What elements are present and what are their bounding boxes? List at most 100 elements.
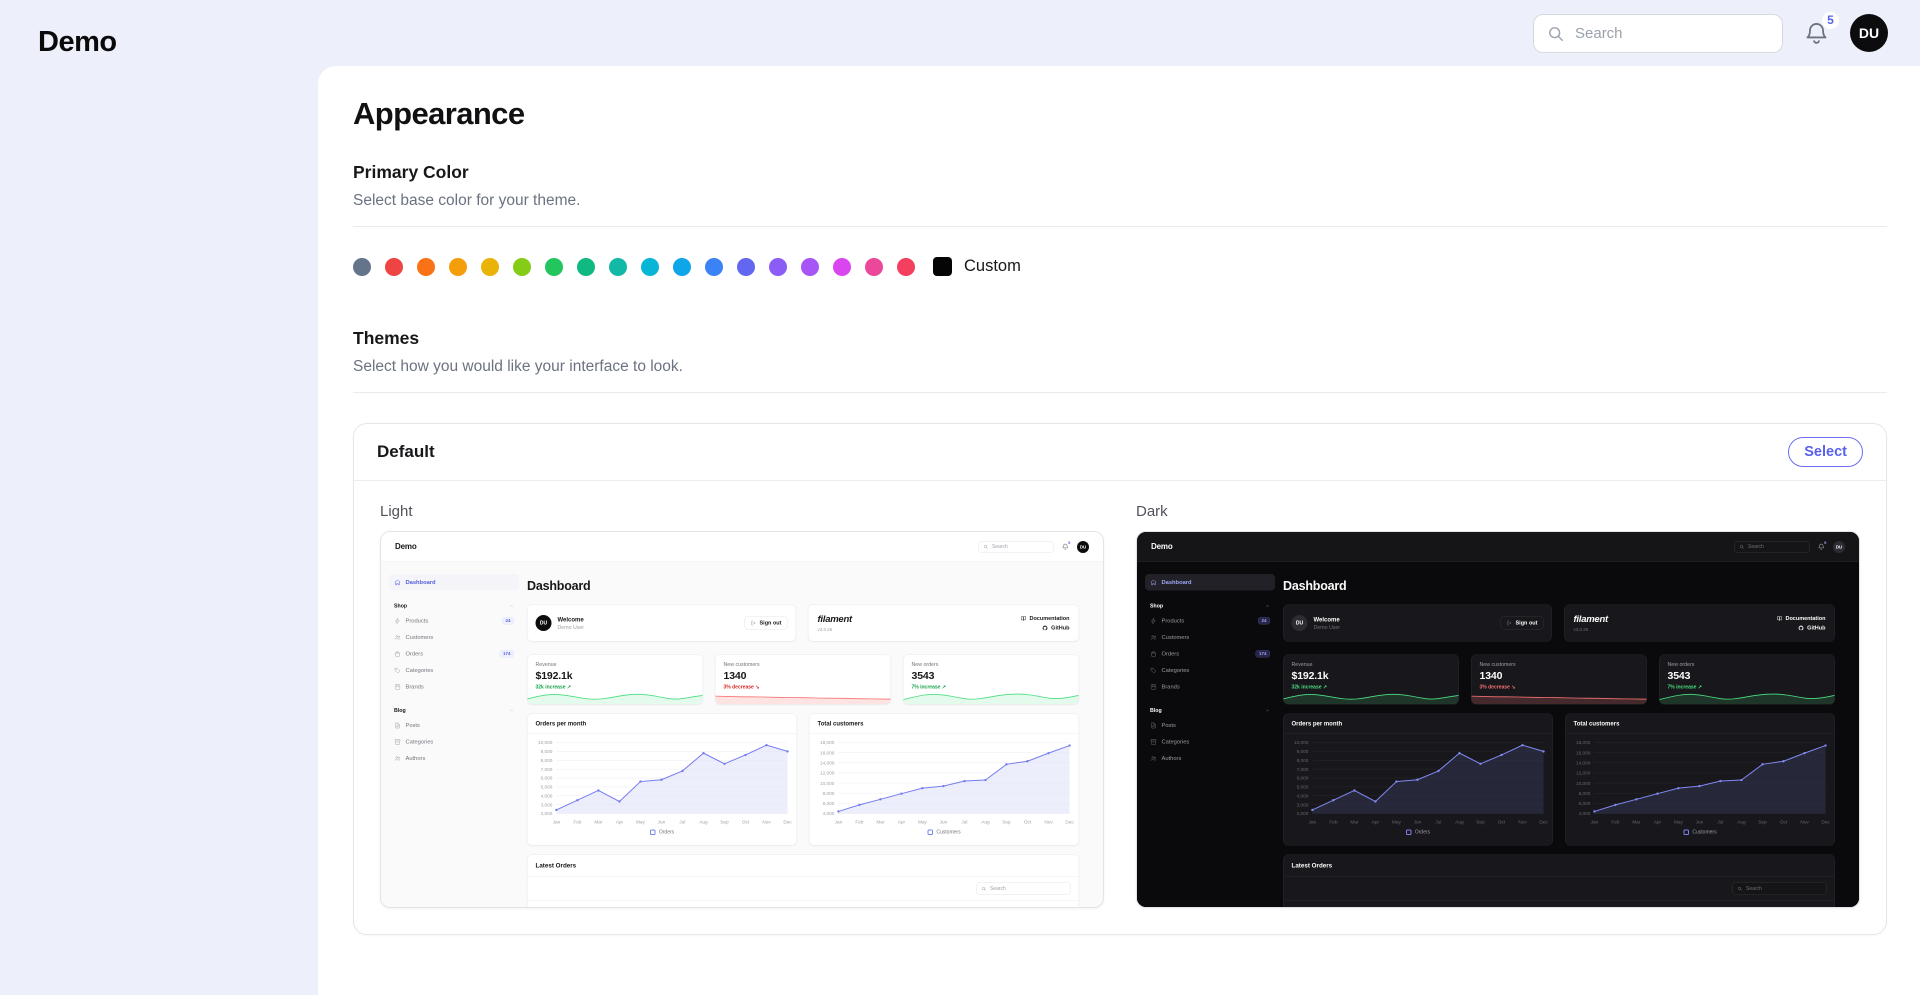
sidebar-item-posts[interactable]: Posts: [389, 717, 519, 734]
color-swatch-pink[interactable]: [865, 258, 883, 276]
mini-welcome-subtitle: Demo User: [1314, 624, 1341, 630]
global-search[interactable]: [1533, 14, 1783, 53]
sidebar-item-dashboard[interactable]: Dashboard: [1145, 574, 1275, 591]
sidebar-item-products[interactable]: Products24: [389, 613, 519, 630]
color-swatch-blue[interactable]: [705, 258, 723, 276]
color-swatch-red[interactable]: [385, 258, 403, 276]
color-swatch-green[interactable]: [545, 258, 563, 276]
sidebar-item-products[interactable]: Products24: [1145, 613, 1275, 630]
sidebar-item-orders[interactable]: Orders174: [1145, 646, 1275, 663]
svg-text:8,000: 8,000: [541, 758, 553, 764]
sidebar-item-orders[interactable]: Orders174: [389, 646, 519, 663]
sidebar-item-categories[interactable]: Categories: [389, 662, 519, 679]
group-label: Blog: [1150, 708, 1162, 714]
light-theme-preview[interactable]: Demo 5 DU DashboardShopProducts24Custome…: [380, 531, 1104, 908]
color-swatch-lime[interactable]: [513, 258, 531, 276]
mini-latest-orders-card: Latest Orders Order DateNumberCustomerSt…: [527, 855, 1079, 909]
sidebar-item-dashboard[interactable]: Dashboard: [389, 574, 519, 591]
theme-card-header: Default Select: [354, 424, 1886, 481]
sidebar-item-label: Categories: [1162, 667, 1190, 673]
color-swatch-orange[interactable]: [417, 258, 435, 276]
dark-theme-column: Dark Demo 5 DU DashboardShopProducts24Cu…: [1136, 503, 1860, 908]
sidebar-item-label: Brands: [1162, 684, 1180, 690]
sort-icon: [630, 907, 635, 908]
chart-legend: Orders: [1284, 830, 1553, 836]
revenue-sparkline: [1284, 690, 1459, 705]
user-avatar[interactable]: DU: [1850, 14, 1888, 52]
notifications-button[interactable]: 5: [1803, 20, 1830, 47]
color-swatch-amber[interactable]: [449, 258, 467, 276]
svg-text:7,000: 7,000: [541, 767, 553, 773]
color-swatch-teal[interactable]: [609, 258, 627, 276]
sidebar-item-brands[interactable]: Brands: [389, 679, 519, 696]
color-swatch-purple[interactable]: [801, 258, 819, 276]
sort-icon: [1449, 907, 1454, 908]
sidebar-item-label: Authors: [406, 755, 426, 761]
svg-text:4,000: 4,000: [541, 793, 553, 799]
color-swatch-slate[interactable]: [353, 258, 371, 276]
color-swatch-fuchsia[interactable]: [833, 258, 851, 276]
bolt-icon: [1150, 617, 1157, 624]
sidebar-item-authors[interactable]: Authors: [389, 750, 519, 767]
sidebar-item-label: Categories: [406, 667, 434, 673]
sidebar-group-header-shop[interactable]: Shop: [1150, 600, 1270, 613]
mini-customers-chart-card: Total customers 4,0006,0008,00010,00012,…: [809, 714, 1079, 846]
brand-logo[interactable]: Demo: [38, 26, 278, 59]
table-column-currency: Currency: [1588, 906, 1660, 908]
count-badge: 24: [502, 617, 514, 625]
svg-text:9,000: 9,000: [541, 749, 553, 755]
svg-text:Apr: Apr: [1372, 819, 1380, 825]
table-column-total-price: Total price: [1661, 906, 1728, 908]
filament-logo: filament: [1574, 614, 1608, 625]
total-customers-chart: 4,0006,0008,00010,00012,00014,00016,0001…: [810, 737, 1079, 829]
svg-text:Jan: Jan: [1591, 819, 1599, 825]
sidebar-item-authors[interactable]: Authors: [1145, 750, 1275, 767]
svg-text:Sep: Sep: [1002, 819, 1011, 825]
dark-theme-preview[interactable]: Demo 5 DU DashboardShopProducts24Custome…: [1136, 531, 1860, 908]
table-column-status: Status: [1530, 906, 1589, 908]
color-swatch-cyan[interactable]: [641, 258, 659, 276]
color-swatch-yellow[interactable]: [481, 258, 499, 276]
sidebar-item-label: Dashboard: [1162, 579, 1192, 585]
svg-text:May: May: [636, 819, 646, 825]
svg-text:Sep: Sep: [1476, 819, 1485, 825]
sidebar-item-label: Customers: [406, 634, 434, 640]
search-input[interactable]: [1575, 25, 1770, 42]
table-column-order-date: Order Date: [536, 906, 608, 908]
shopping-bag-icon: [1150, 650, 1157, 657]
svg-text:14,000: 14,000: [820, 761, 835, 767]
svg-text:Jan: Jan: [835, 819, 843, 825]
primary-color-heading: Primary Color: [353, 162, 1887, 183]
color-swatch-indigo[interactable]: [737, 258, 755, 276]
color-swatch-rose[interactable]: [897, 258, 915, 276]
select-theme-button[interactable]: Select: [1788, 437, 1863, 467]
mini-user-avatar: DU: [1833, 541, 1845, 553]
sidebar-item-brands[interactable]: Brands: [1145, 679, 1275, 696]
chevron-up-icon: [509, 708, 514, 713]
group-label: Shop: [394, 603, 407, 609]
sidebar-item-label: Categories: [406, 739, 434, 745]
sidebar-group-header-blog[interactable]: Blog: [394, 704, 514, 717]
color-swatch-custom[interactable]: [933, 257, 952, 276]
svg-text:3,000: 3,000: [1297, 802, 1309, 808]
svg-text:7,000: 7,000: [1297, 767, 1309, 773]
svg-text:Feb: Feb: [855, 819, 864, 825]
sidebar-item-customers[interactable]: Customers: [389, 629, 519, 646]
sidebar-item-categories[interactable]: Categories: [1145, 734, 1275, 751]
sidebar-item-categories[interactable]: Categories: [389, 734, 519, 751]
sidebar-group-header-blog[interactable]: Blog: [1150, 704, 1270, 717]
svg-text:4,000: 4,000: [1579, 811, 1591, 817]
sort-icon: [1764, 907, 1769, 908]
color-swatch-sky[interactable]: [673, 258, 691, 276]
mini-search-input: [992, 544, 1049, 550]
sidebar-item-categories[interactable]: Categories: [1145, 662, 1275, 679]
sidebar-item-posts[interactable]: Posts: [1145, 717, 1275, 734]
sidebar-group-header-shop[interactable]: Shop: [394, 600, 514, 613]
svg-text:Feb: Feb: [573, 819, 582, 825]
color-swatch-violet[interactable]: [769, 258, 787, 276]
count-badge: 174: [499, 650, 514, 658]
sidebar-item-customers[interactable]: Customers: [1145, 629, 1275, 646]
mini-stat-revenue: Revenue $192.1k 32k increase ↗: [1283, 655, 1459, 705]
color-swatch-emerald[interactable]: [577, 258, 595, 276]
svg-text:Dec: Dec: [1539, 819, 1548, 825]
